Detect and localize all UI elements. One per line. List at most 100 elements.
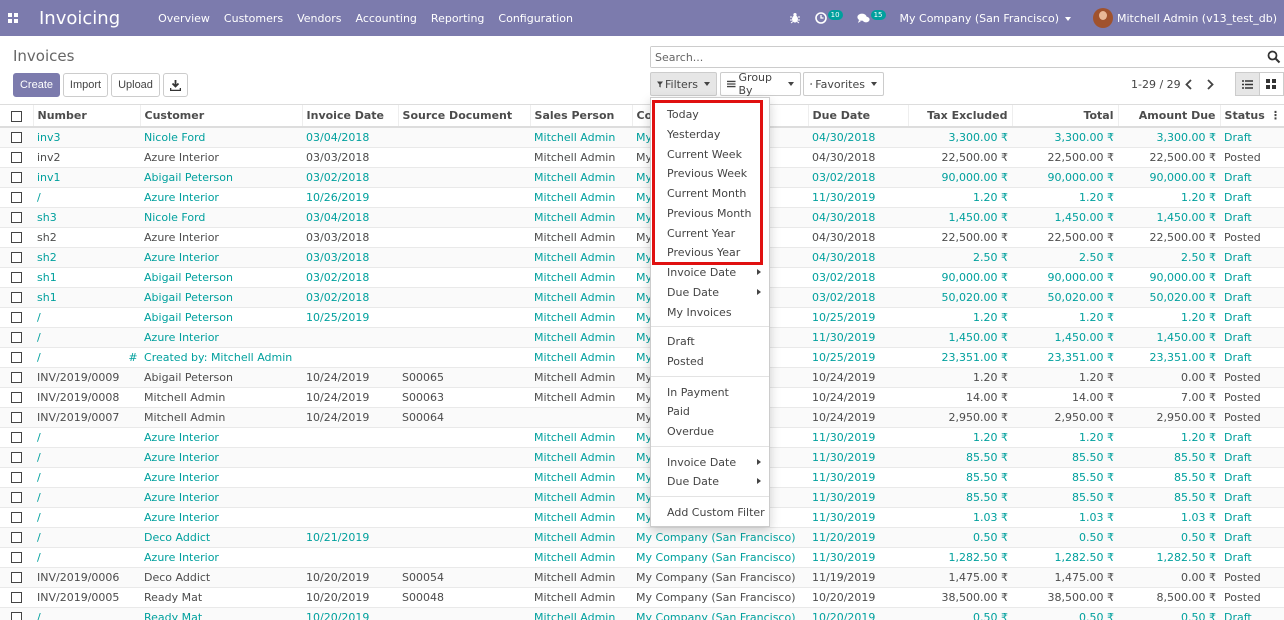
company-switcher[interactable]: My Company (San Francisco) <box>900 12 1071 25</box>
download-button[interactable] <box>163 73 188 97</box>
table-row[interactable]: INV/2019/0005 Ready Mat 10/20/2019 S00048 Mi… <box>0 586 1284 607</box>
column-header-status[interactable]: Status ⋮ <box>1220 105 1284 128</box>
filter-due-date[interactable]: Due Date <box>667 286 767 299</box>
row-checkbox[interactable] <box>0 206 33 227</box>
row-checkbox[interactable] <box>0 146 33 167</box>
row-checkbox[interactable] <box>0 566 33 587</box>
row-checkbox[interactable] <box>0 186 33 207</box>
column-header-source-document[interactable]: Source Document <box>398 105 531 128</box>
table-row[interactable]: INV/2019/0007 Mitchell Admin 10/24/2019 S00… <box>0 406 1284 427</box>
filter-previous-week[interactable]: Previous Week <box>667 167 767 180</box>
column-header-sales-person[interactable]: Sales Person <box>530 105 633 128</box>
row-checkbox[interactable] <box>0 246 33 267</box>
upload-button[interactable]: Upload <box>111 73 160 97</box>
row-checkbox[interactable] <box>0 326 33 347</box>
group-by-button[interactable]: Group By <box>720 71 801 97</box>
table-row[interactable]: / Azure Interior Mitchell Admin My 11/30/201… <box>0 486 1284 507</box>
select-all-checkbox[interactable] <box>0 105 34 128</box>
row-checkbox[interactable] <box>0 506 33 527</box>
row-checkbox[interactable] <box>0 266 33 287</box>
filter-current-year[interactable]: Current Year <box>667 227 767 240</box>
column-header-due-date[interactable]: Due Date <box>808 105 909 128</box>
table-row[interactable]: sh1 Abigail Peterson 03/02/2018 Mitchell Ad… <box>0 266 1284 287</box>
row-checkbox[interactable] <box>0 426 33 447</box>
search-icon[interactable] <box>1267 50 1281 64</box>
row-checkbox[interactable] <box>0 126 33 147</box>
table-row[interactable]: / Azure Interior 10/26/2019 Mitchell Admin M… <box>0 186 1284 207</box>
filter-current-month[interactable]: Current Month <box>667 187 767 200</box>
kanban-view-button[interactable] <box>1259 72 1284 96</box>
table-row[interactable]: inv1 Abigail Peterson 03/02/2018 Mitchell A… <box>0 166 1284 187</box>
column-header-amount-due[interactable]: Amount Due <box>1118 105 1221 128</box>
pager-value[interactable]: 1-29 / 29 <box>1131 78 1181 91</box>
add-custom-filter[interactable]: Add Custom Filter <box>667 506 767 519</box>
filters-button[interactable]: Filters <box>650 72 717 96</box>
filter-in-payment[interactable]: In Payment <box>667 386 767 399</box>
row-checkbox[interactable] <box>0 286 33 307</box>
filter-due-date-2[interactable]: Due Date <box>667 475 767 488</box>
table-row[interactable]: INV/2019/0006 Deco Addict 10/20/2019 S00054… <box>0 566 1284 587</box>
filter-posted[interactable]: Posted <box>667 355 767 368</box>
table-row[interactable]: / Ready Mat 10/20/2019 Mitchell Admin My Com… <box>0 606 1284 620</box>
filter-invoice-date[interactable]: Invoice Date <box>667 266 767 279</box>
filter-my-invoices[interactable]: My Invoices <box>667 306 767 319</box>
filter-current-week[interactable]: Current Week <box>667 148 767 161</box>
filter-today[interactable]: Today <box>667 108 767 121</box>
filter-yesterday[interactable]: Yesterday <box>667 128 767 141</box>
table-row[interactable]: inv2 Azure Interior 03/03/2018 Mitchell Adm… <box>0 146 1284 167</box>
filter-invoice-date-2[interactable]: Invoice Date <box>667 456 767 469</box>
menu-configuration[interactable]: Configuration <box>498 12 573 25</box>
row-checkbox[interactable] <box>0 166 33 187</box>
filter-paid[interactable]: Paid <box>667 405 767 418</box>
table-row[interactable]: / Azure Interior Mitchell Admin My 11/30/201… <box>0 426 1284 447</box>
page-title[interactable]: Invoices <box>13 47 74 65</box>
row-checkbox[interactable] <box>0 606 33 620</box>
table-row[interactable]: / Azure Interior Mitchell Admin My 11/30/201… <box>0 506 1284 527</box>
menu-customers[interactable]: Customers <box>224 12 283 25</box>
menu-overview[interactable]: Overview <box>158 12 210 25</box>
row-checkbox[interactable] <box>0 546 33 567</box>
activity-clock-icon[interactable]: 10 <box>814 10 843 24</box>
table-row[interactable]: sh3 Nicole Ford 03/04/2018 Mitchell Admin My… <box>0 206 1284 227</box>
filter-previous-month[interactable]: Previous Month <box>667 207 767 220</box>
search-input[interactable] <box>651 47 1251 67</box>
user-menu[interactable]: Mitchell Admin (v13_test_db) <box>1093 8 1277 28</box>
app-brand[interactable]: Invoicing <box>39 8 120 29</box>
debug-bug-icon[interactable] <box>789 12 801 24</box>
row-checkbox[interactable] <box>0 406 33 427</box>
column-header-number[interactable]: Number <box>33 105 141 128</box>
table-row[interactable]: / Azure Interior Mitchell Admin My 11/30/201… <box>0 446 1284 467</box>
row-checkbox[interactable] <box>0 486 33 507</box>
table-row[interactable]: sh2 Azure Interior 03/03/2018 Mitchell Admi… <box>0 246 1284 267</box>
menu-vendors[interactable]: Vendors <box>297 12 341 25</box>
column-header-tax-excluded[interactable]: Tax Excluded <box>908 105 1013 128</box>
row-checkbox[interactable] <box>0 366 33 387</box>
row-checkbox[interactable] <box>0 306 33 327</box>
column-header-total[interactable]: Total <box>1012 105 1119 128</box>
row-checkbox[interactable] <box>0 526 33 547</box>
table-row[interactable]: / # Created by: Mitchell Admin Mitchell Adm… <box>0 346 1284 367</box>
column-header-customer[interactable]: Customer <box>140 105 303 128</box>
import-button[interactable]: Import <box>63 73 108 97</box>
row-checkbox[interactable] <box>0 226 33 247</box>
table-row[interactable]: inv3 Nicole Ford 03/04/2018 Mitchell Admin M… <box>0 126 1284 147</box>
pager-next-button[interactable] <box>1202 75 1218 93</box>
table-row[interactable]: / Azure Interior Mitchell Admin My 11/30/201… <box>0 466 1284 487</box>
table-row[interactable]: INV/2019/0009 Abigail Peterson 10/24/2019 S… <box>0 366 1284 387</box>
table-row[interactable]: INV/2019/0008 Mitchell Admin 10/24/2019 S00… <box>0 386 1284 407</box>
apps-menu-icon[interactable] <box>0 0 26 36</box>
menu-accounting[interactable]: Accounting <box>355 12 416 25</box>
table-row[interactable]: / Deco Addict 10/21/2019 Mitchell Admin My C… <box>0 526 1284 547</box>
optional-columns-icon[interactable]: ⋮ <box>1270 109 1281 122</box>
messages-chat-icon[interactable]: 15 <box>856 10 886 24</box>
row-checkbox[interactable] <box>0 386 33 407</box>
table-row[interactable]: sh1 Abigail Peterson 03/02/2018 Mitchell Ad… <box>0 286 1284 307</box>
menu-reporting[interactable]: Reporting <box>431 12 484 25</box>
row-checkbox[interactable] <box>0 586 33 607</box>
create-button[interactable]: Create <box>13 73 60 97</box>
list-view-button[interactable] <box>1235 72 1260 96</box>
filter-previous-year[interactable]: Previous Year <box>667 246 767 259</box>
favorites-button[interactable]: Favorites <box>803 72 884 96</box>
table-row[interactable]: sh2 Azure Interior 03/03/2018 Mitchell Admi… <box>0 226 1284 247</box>
filter-overdue[interactable]: Overdue <box>667 425 767 438</box>
